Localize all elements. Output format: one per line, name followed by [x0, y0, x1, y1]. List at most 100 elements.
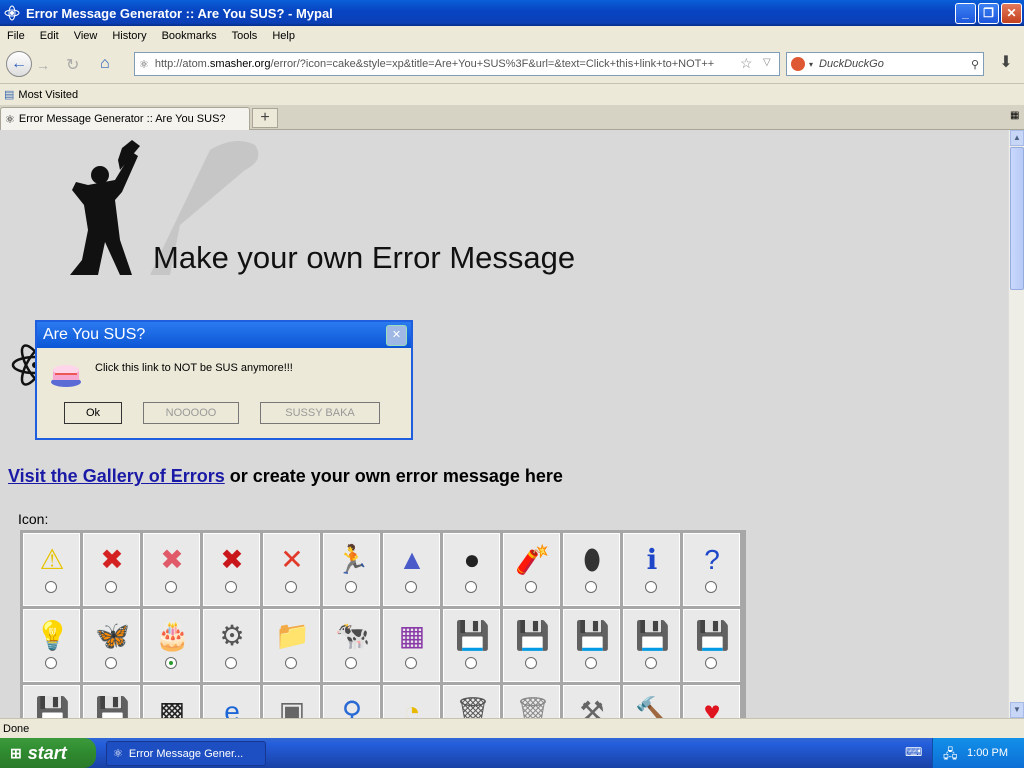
- menu-bookmarks[interactable]: Bookmarks: [155, 30, 225, 42]
- icon-option-cell[interactable]: 🐄: [323, 609, 380, 682]
- icon-option-cell[interactable]: ▩: [143, 685, 200, 718]
- menu-edit[interactable]: Edit: [33, 30, 67, 42]
- gallery-link[interactable]: Visit the Gallery of Errors: [8, 466, 225, 486]
- icon-radio[interactable]: [645, 657, 657, 669]
- search-icon[interactable]: ⚲: [971, 58, 979, 71]
- icon-option-cell[interactable]: 📁: [263, 609, 320, 682]
- icon-option-cell[interactable]: 🗑: [443, 685, 500, 718]
- icon-option-cell[interactable]: 💾: [623, 609, 680, 682]
- icon-radio[interactable]: [525, 657, 537, 669]
- menu-bar: File Edit View History Bookmarks Tools H…: [0, 26, 1024, 46]
- icon-option-cell[interactable]: ⚒: [563, 685, 620, 718]
- icon-radio[interactable]: [45, 581, 57, 593]
- icon-option-cell[interactable]: 💾: [83, 685, 140, 718]
- icon-option-cell[interactable]: ◔: [383, 685, 440, 718]
- icon-option-cell[interactable]: ✖: [83, 533, 140, 606]
- tab-error-generator[interactable]: ⚛ Error Message Generator :: Are You SUS…: [0, 107, 250, 130]
- icon-radio[interactable]: [645, 581, 657, 593]
- reload-button[interactable]: ↻: [66, 55, 79, 75]
- icon-option-cell[interactable]: ●: [443, 533, 500, 606]
- icon-radio[interactable]: [165, 581, 177, 593]
- icon-option-cell[interactable]: 💾: [23, 685, 80, 718]
- home-button[interactable]: ⌂: [100, 55, 110, 73]
- icon-option-cell[interactable]: 🎂: [143, 609, 200, 682]
- menu-tools[interactable]: Tools: [225, 30, 266, 42]
- icon-option-cell[interactable]: ⬮: [563, 533, 620, 606]
- scrollbar-thumb[interactable]: [1010, 147, 1024, 290]
- icon-option-cell[interactable]: ℹ: [623, 533, 680, 606]
- downloads-button[interactable]: ⬇: [994, 52, 1018, 76]
- icon-option-cell[interactable]: 💾: [683, 609, 740, 682]
- icon-option-cell[interactable]: ?: [683, 533, 740, 606]
- icon-radio[interactable]: [225, 581, 237, 593]
- icon-radio[interactable]: [525, 581, 537, 593]
- icon-option-cell[interactable]: ▣: [263, 685, 320, 718]
- icon-radio[interactable]: [705, 657, 717, 669]
- start-button[interactable]: ⊞ start: [0, 738, 96, 768]
- search-bar[interactable]: ▾ DuckDuckGo ⚲: [786, 52, 984, 76]
- menu-view[interactable]: View: [67, 30, 106, 42]
- icon-option-cell[interactable]: ♥: [683, 685, 740, 718]
- icon-option-cell[interactable]: 💡: [23, 609, 80, 682]
- menu-history[interactable]: History: [105, 30, 154, 42]
- icon-option-cell[interactable]: ⚲: [323, 685, 380, 718]
- icon-option-cell[interactable]: ▦: [383, 609, 440, 682]
- icon-radio[interactable]: [465, 581, 477, 593]
- bookmark-star-icon[interactable]: ☆: [740, 55, 753, 72]
- url-dropdown-icon[interactable]: ▽: [763, 57, 771, 68]
- icon-option-cell[interactable]: 🔨: [623, 685, 680, 718]
- minimize-button[interactable]: _: [955, 3, 976, 24]
- icon-option-cell[interactable]: ⚠: [23, 533, 80, 606]
- icon-option-cell[interactable]: 💾: [563, 609, 620, 682]
- icon-option-cell[interactable]: ▲: [383, 533, 440, 606]
- icon-radio[interactable]: [705, 581, 717, 593]
- icon-option-cell[interactable]: 🗑: [503, 685, 560, 718]
- icon-radio[interactable]: [105, 581, 117, 593]
- icon-radio[interactable]: [225, 657, 237, 669]
- icon-option-cell[interactable]: ⚙: [203, 609, 260, 682]
- icon-radio[interactable]: [345, 657, 357, 669]
- clock[interactable]: 1:00 PM: [967, 747, 1008, 759]
- vertical-scrollbar[interactable]: ▲ ▼: [1008, 130, 1024, 718]
- icon-option-cell[interactable]: ✖: [203, 533, 260, 606]
- icon-radio[interactable]: [285, 657, 297, 669]
- network-icon[interactable]: 🖧: [943, 745, 958, 767]
- menu-file[interactable]: File: [0, 30, 33, 42]
- icon-option-cell[interactable]: 💾: [443, 609, 500, 682]
- icon-option-cell[interactable]: ✕: [263, 533, 320, 606]
- tools-icon: ⚒: [579, 696, 605, 718]
- icon-radio[interactable]: [585, 657, 597, 669]
- icon-option-cell[interactable]: ✖: [143, 533, 200, 606]
- tab-list-icon[interactable]: ▦: [1010, 110, 1019, 121]
- icon-radio[interactable]: [585, 581, 597, 593]
- icon-radio[interactable]: [345, 581, 357, 593]
- taskbar-item-browser[interactable]: ⚛ Error Message Gener...: [106, 741, 266, 766]
- icon-radio[interactable]: [45, 657, 57, 669]
- new-tab-button[interactable]: +: [252, 108, 278, 128]
- back-button[interactable]: ←: [6, 51, 32, 77]
- icon-option-cell[interactable]: 💾: [503, 609, 560, 682]
- icon-radio[interactable]: [405, 657, 417, 669]
- icon-radio[interactable]: [405, 581, 417, 593]
- warning-icon: ⚠: [39, 544, 65, 575]
- forward-button[interactable]: →: [36, 57, 50, 73]
- icon-radio[interactable]: [105, 657, 117, 669]
- search-engine-dropdown-icon[interactable]: ▾: [809, 60, 813, 69]
- menu-help[interactable]: Help: [265, 30, 303, 42]
- error-dialog-preview: Are You SUS? ✕ Click this link to NOT be…: [35, 320, 413, 440]
- close-button[interactable]: ✕: [1001, 3, 1022, 24]
- icon-radio[interactable]: [465, 657, 477, 669]
- keyboard-icon[interactable]: ⌨: [905, 745, 922, 759]
- icon-radio[interactable]: [285, 581, 297, 593]
- icon-option-cell[interactable]: 🦋: [83, 609, 140, 682]
- icon-option-cell[interactable]: 🏃: [323, 533, 380, 606]
- icon-option-cell[interactable]: 🧨: [503, 533, 560, 606]
- maximize-button[interactable]: ❐: [978, 3, 999, 24]
- icon-radio[interactable]: [165, 657, 177, 669]
- scroll-down-arrow-icon[interactable]: ▼: [1010, 702, 1024, 718]
- reload-icon: ↻: [66, 57, 80, 74]
- url-bar[interactable]: ⚛ http://atom. smasher.org/error/?icon=ca…: [134, 52, 780, 76]
- scroll-up-arrow-icon[interactable]: ▲: [1010, 130, 1024, 146]
- most-visited-bookmark[interactable]: Most Visited: [18, 89, 78, 101]
- icon-option-cell[interactable]: e: [203, 685, 260, 718]
